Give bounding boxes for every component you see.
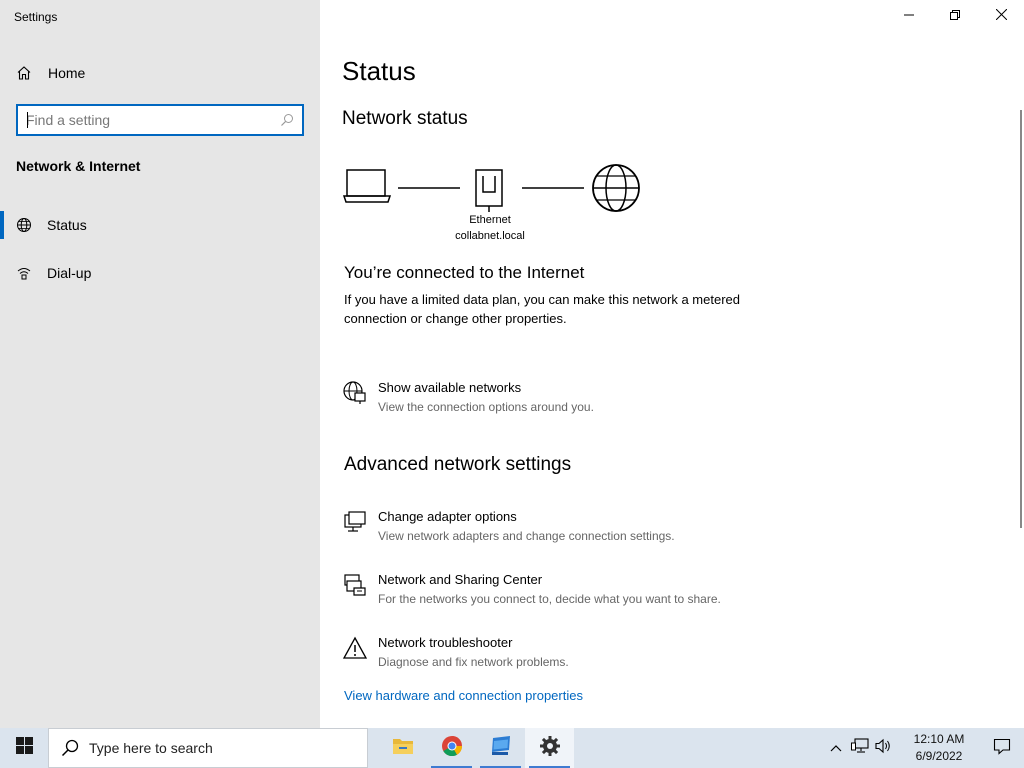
taskbar-file-explorer[interactable] bbox=[378, 728, 427, 768]
link-desc: View network adapters and change connect… bbox=[378, 529, 675, 543]
vertical-scrollbar[interactable] bbox=[1020, 110, 1022, 528]
link-desc: Diagnose and fix network problems. bbox=[378, 655, 569, 669]
app-window-icon bbox=[490, 735, 512, 761]
warning-icon bbox=[342, 635, 368, 661]
link-desc: View the connection options around you. bbox=[378, 400, 594, 414]
show-hidden-icons-button[interactable] bbox=[824, 728, 848, 768]
close-icon bbox=[995, 7, 1007, 25]
taskbar-search-placeholder: Type here to search bbox=[89, 740, 213, 756]
restore-button[interactable] bbox=[932, 0, 978, 32]
connection-status-desc: If you have a limited data plan, you can… bbox=[344, 292, 740, 326]
action-center-button[interactable] bbox=[980, 728, 1024, 768]
notification-icon bbox=[993, 737, 1011, 760]
available-networks-icon bbox=[342, 380, 368, 406]
settings-search-input[interactable] bbox=[26, 112, 280, 128]
sidebar-item-label: Dial-up bbox=[47, 265, 92, 281]
network-name: collabnet.local bbox=[455, 230, 525, 242]
adapter-name: Ethernet bbox=[469, 214, 511, 226]
main-content: Status Network status Ethernet collabnet… bbox=[320, 0, 1024, 728]
globe-network-icon bbox=[16, 217, 32, 233]
page-title: Status bbox=[342, 56, 416, 86]
show-available-networks-link[interactable]: Show available networks View the connect… bbox=[342, 380, 594, 414]
sharing-center-icon bbox=[342, 572, 368, 598]
link-title: Network and Sharing Center bbox=[378, 572, 543, 587]
taskbar-clock[interactable]: 12:10 AM 6/9/2022 bbox=[904, 731, 974, 765]
clock-time: 12:10 AM bbox=[913, 732, 965, 746]
minimize-button[interactable] bbox=[886, 0, 932, 32]
laptop-icon bbox=[342, 169, 392, 203]
file-explorer-icon bbox=[392, 736, 414, 761]
search-icon[interactable] bbox=[280, 113, 294, 127]
restore-icon bbox=[950, 7, 960, 25]
chevron-up-icon bbox=[830, 739, 842, 757]
speaker-icon bbox=[875, 738, 893, 759]
system-tray: 12:10 AM 6/9/2022 bbox=[824, 728, 1024, 768]
advanced-settings-heading: Advanced network settings bbox=[344, 454, 572, 475]
dialup-icon bbox=[16, 265, 32, 281]
section-heading: Network & Internet bbox=[16, 158, 141, 174]
link-title: Network troubleshooter bbox=[378, 635, 513, 650]
minimize-icon bbox=[904, 7, 914, 25]
search-icon bbox=[61, 739, 79, 757]
adapter-icon bbox=[342, 509, 368, 535]
taskbar-settings[interactable] bbox=[525, 728, 574, 768]
home-nav-item[interactable]: Home bbox=[16, 62, 85, 84]
settings-search-box[interactable] bbox=[16, 104, 304, 136]
ethernet-icon bbox=[475, 169, 503, 212]
home-label: Home bbox=[48, 65, 86, 81]
connection-status-title: You’re connected to the Internet bbox=[344, 263, 585, 282]
network-status-heading: Network status bbox=[342, 108, 468, 129]
taskbar-apps bbox=[378, 728, 574, 768]
view-hardware-properties-link[interactable]: View hardware and connection properties bbox=[344, 688, 583, 703]
network-diagram: Ethernet collabnet.local bbox=[342, 160, 642, 250]
window-controls bbox=[886, 0, 1024, 32]
window-title: Settings bbox=[14, 10, 58, 24]
text-caret bbox=[27, 112, 28, 128]
link-title: Change adapter options bbox=[378, 509, 517, 524]
close-button[interactable] bbox=[978, 0, 1024, 32]
windows-logo-icon bbox=[15, 737, 33, 759]
chrome-icon bbox=[441, 735, 463, 762]
settings-gear-icon bbox=[539, 735, 561, 762]
taskbar: Type here to search 12:10 AM 6/9/2022 bbox=[0, 728, 1024, 768]
network-wired-icon bbox=[851, 737, 869, 759]
volume-tray-button[interactable] bbox=[872, 728, 896, 768]
taskbar-search-box[interactable]: Type here to search bbox=[48, 728, 368, 768]
network-tray-button[interactable] bbox=[848, 728, 872, 768]
home-icon bbox=[16, 65, 32, 81]
link-title: Show available networks bbox=[378, 380, 522, 395]
network-troubleshooter-link[interactable]: Network troubleshooter Diagnose and fix … bbox=[342, 635, 569, 669]
sidebar-item-dialup[interactable]: Dial-up bbox=[0, 255, 320, 291]
sidebar-item-label: Status bbox=[47, 217, 87, 233]
link-desc: For the networks you connect to, decide … bbox=[378, 592, 721, 606]
taskbar-chrome[interactable] bbox=[427, 728, 476, 768]
sidebar: Settings Home Network & Internet Status … bbox=[0, 0, 320, 728]
change-adapter-options-link[interactable]: Change adapter options View network adap… bbox=[342, 509, 675, 543]
internet-globe-icon bbox=[592, 164, 640, 212]
taskbar-app-window[interactable] bbox=[476, 728, 525, 768]
network-sharing-center-link[interactable]: Network and Sharing Center For the netwo… bbox=[342, 572, 721, 606]
start-button[interactable] bbox=[0, 728, 48, 768]
clock-date: 6/9/2022 bbox=[915, 749, 963, 763]
sidebar-item-status[interactable]: Status bbox=[0, 207, 320, 243]
